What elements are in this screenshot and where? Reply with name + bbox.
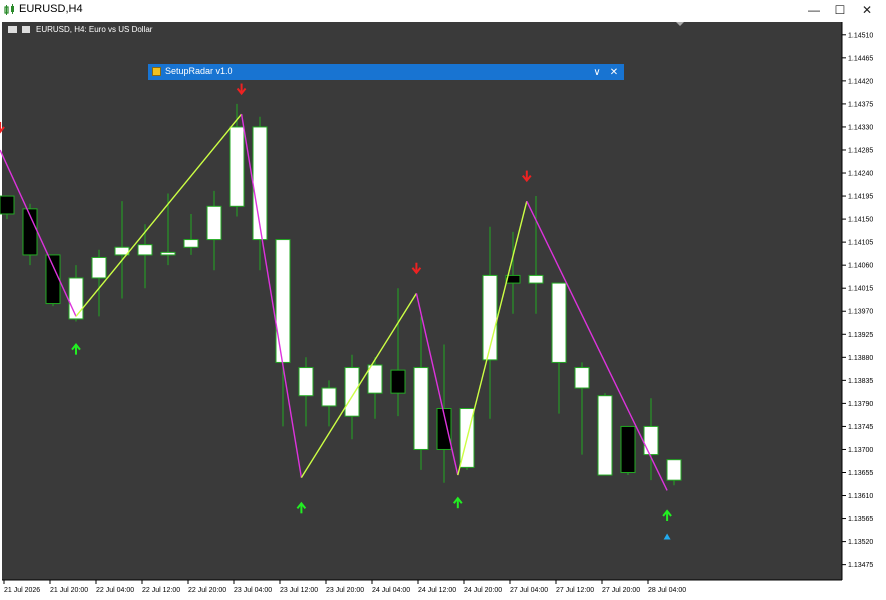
y-tick-label: 1.14195: [848, 194, 873, 201]
y-tick-label: 1.14465: [848, 55, 873, 62]
x-tick-label: 22 Jul 20:00: [188, 587, 226, 594]
candle-body: [160, 251, 176, 256]
candle-body: [367, 364, 383, 394]
candle-body: [45, 254, 61, 305]
candle[interactable]: [597, 393, 613, 476]
x-tick-label: 24 Jul 04:00: [372, 587, 410, 594]
candle-body: [229, 126, 245, 207]
x-tick-label: 27 Jul 04:00: [510, 587, 548, 594]
panel-title: SetupRadar v1.0: [165, 66, 233, 76]
candle-body: [620, 425, 636, 473]
y-tick-label: 1.13970: [848, 309, 873, 316]
maximize-button[interactable]: ☐: [826, 0, 854, 20]
y-tick-label: 1.14330: [848, 124, 873, 131]
close-button[interactable]: ✕: [853, 0, 881, 20]
candle-body: [321, 387, 337, 407]
maximize-icon: ☐: [834, 3, 846, 17]
x-tick-label: 22 Jul 12:00: [142, 587, 180, 594]
minimize-button[interactable]: —: [800, 0, 828, 20]
x-tick-label: 27 Jul 12:00: [556, 587, 594, 594]
y-tick-label: 1.13565: [848, 516, 873, 523]
title-bar: EURUSD,H4 — ☐ ✕: [0, 0, 886, 20]
chevron-down-icon: ∨: [593, 66, 601, 78]
y-tick-label: 1.14375: [848, 101, 873, 108]
y-tick-label: 1.13610: [848, 493, 873, 500]
y-tick-label: 1.13655: [848, 470, 873, 477]
y-tick-label: 1.13925: [848, 332, 873, 339]
chart-symbol-label: EURUSD, H4: Euro vs US Dollar: [36, 25, 153, 34]
plot-area[interactable]: [2, 22, 842, 580]
y-tick-label: 1.13700: [848, 447, 873, 454]
y-tick-label: 1.13520: [848, 539, 873, 546]
y-tick-label: 1.13745: [848, 424, 873, 431]
x-tick-label: 28 Jul 04:00: [648, 587, 686, 594]
candle-body: [528, 274, 544, 284]
chart-window[interactable]: EURUSD, H4: Euro vs US Dollar 1.14510 1.1…: [0, 20, 886, 600]
x-tick-label: 22 Jul 04:00: [96, 587, 134, 594]
y-tick-label: 1.14510: [848, 32, 873, 39]
price-chart[interactable]: EURUSD, H4: Euro vs US Dollar 1.14510 1.1…: [0, 20, 886, 600]
candle-body: [574, 367, 590, 389]
candle[interactable]: [45, 254, 61, 307]
x-tick-label: 21 Jul 2026: [4, 587, 40, 594]
setupradar-panel[interactable]: SetupRadar v1.0 ∨ ✕: [148, 64, 624, 80]
y-tick-label: 1.14015: [848, 286, 873, 293]
y-tick-label: 1.14150: [848, 217, 873, 224]
candle-body: [643, 425, 659, 456]
y-tick-label: 1.14060: [848, 263, 873, 270]
close-icon: ✕: [609, 66, 619, 78]
candle-body: [413, 367, 429, 450]
candle-body: [344, 367, 360, 417]
y-tick-label: 1.13880: [848, 355, 873, 362]
chart-type-icon: [22, 26, 30, 33]
x-tick-label: 24 Jul 20:00: [464, 587, 502, 594]
candle-body: [0, 195, 15, 215]
candle-body: [137, 244, 153, 256]
x-tick-label: 27 Jul 20:00: [602, 587, 640, 594]
minimize-icon: —: [808, 3, 820, 17]
x-tick-label: 21 Jul 20:00: [50, 587, 88, 594]
y-tick-label: 1.13790: [848, 401, 873, 408]
close-icon: ✕: [861, 3, 873, 17]
candle[interactable]: [620, 425, 636, 476]
x-tick-label: 23 Jul 04:00: [234, 587, 272, 594]
candle-body: [597, 395, 613, 476]
y-tick-label: 1.14420: [848, 78, 873, 85]
y-tick-label: 1.14285: [848, 147, 873, 154]
candle-body: [68, 277, 84, 320]
flag-icon: [8, 26, 17, 33]
panel-close-button[interactable]: ✕: [607, 65, 621, 79]
panel-collapse-button[interactable]: ∨: [590, 65, 604, 79]
chart-header: EURUSD, H4: Euro vs US Dollar: [8, 25, 153, 34]
candle-body: [390, 369, 406, 394]
candle-body: [666, 459, 682, 481]
candle-body: [275, 239, 291, 363]
x-tick-label: 23 Jul 20:00: [326, 587, 364, 594]
candle-body: [206, 205, 222, 241]
y-tick-label: 1.13835: [848, 378, 873, 385]
candle-body: [551, 282, 567, 363]
x-tick-label: 23 Jul 12:00: [280, 587, 318, 594]
x-tick-label: 24 Jul 12:00: [418, 587, 456, 594]
candle-body: [183, 239, 199, 248]
setupradar-icon: [152, 67, 161, 76]
y-tick-label: 1.13475: [848, 562, 873, 569]
y-tick-label: 1.14240: [848, 171, 873, 178]
y-tick-label: 1.14105: [848, 240, 873, 247]
candle-body: [298, 367, 314, 397]
candle-body: [91, 256, 107, 279]
window-title: EURUSD,H4: [19, 3, 83, 15]
chart-app-icon: [4, 4, 14, 15]
